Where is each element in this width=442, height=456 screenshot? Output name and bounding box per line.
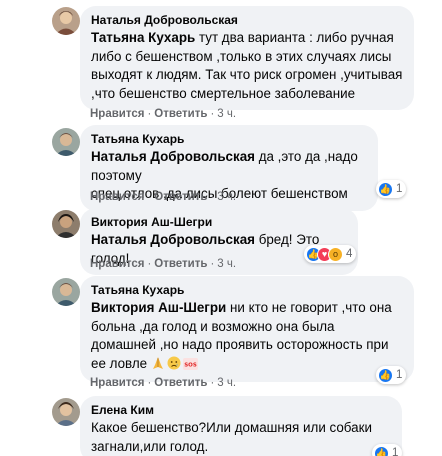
avatar[interactable] xyxy=(52,398,80,426)
comment-text: Виктория Аш-Шегри ни кто не говорит ,что… xyxy=(91,299,403,318)
comment-time[interactable]: 3 ч. xyxy=(217,258,236,270)
reaction-summary[interactable]: 👍 ♥ o 4 xyxy=(304,245,357,263)
reaction-count: 1 xyxy=(396,369,403,381)
comment-text-line: больна ,да голод и возможно она была xyxy=(91,318,335,334)
sos-emoji: SOS xyxy=(182,357,198,376)
comment-text-line: загнали,или голод. xyxy=(91,438,209,454)
mention-link[interactable]: Наталья Добровольская xyxy=(91,149,255,164)
separator: · xyxy=(147,191,152,203)
like-button[interactable]: Нравится xyxy=(90,258,144,270)
like-button[interactable]: Нравится xyxy=(90,108,144,120)
separator: · xyxy=(210,108,215,120)
reply-button[interactable]: Ответить xyxy=(154,377,207,389)
comment-time[interactable]: 3 ч. xyxy=(217,108,236,120)
like-icon: 👍 xyxy=(378,367,393,383)
reaction-summary[interactable]: 👍 1 xyxy=(372,444,403,456)
mention-link[interactable]: Татьяна Кухарь xyxy=(91,30,195,45)
comment-text-line: ,что бешенство смертельное заболевание xyxy=(91,85,356,101)
comment-text-line: домашней ,но надо проявить осторожность … xyxy=(91,337,389,352)
comment-text-line: Какое бешенство?Или домашняя или собаки xyxy=(91,420,372,435)
comment-bubble: Татьяна Кухарь Виктория Аш-Шегри ни кто … xyxy=(80,276,414,382)
separator: · xyxy=(210,377,215,389)
sad-face-emoji xyxy=(167,356,181,376)
like-icon: 👍 xyxy=(374,445,389,456)
separator: · xyxy=(147,108,152,120)
comment-text: Наталья Добровольская да ,это да ,надо п… xyxy=(91,148,367,185)
comment-actions: Нравится · Ответить · 3 ч. xyxy=(90,376,236,390)
comment-text-line: выходят к людям. Так что риск огромен ,у… xyxy=(91,67,403,82)
comment-bubble: Елена Ким Какое бешенство?Или домашняя и… xyxy=(80,396,402,456)
comment-text: Татьяна Кухарь тут два варианта : либо р… xyxy=(91,29,403,48)
like-icon: 👍 xyxy=(378,181,393,197)
comment-author[interactable]: Елена Ким xyxy=(91,402,391,419)
comment-text: ее ловле SOS xyxy=(91,355,403,376)
praying-hands-emoji xyxy=(151,356,165,376)
comment-actions: Нравится · Ответить · 3 ч. xyxy=(90,107,236,121)
comment-text-line: либо с бешенством ,только в этих случаях… xyxy=(91,48,392,64)
avatar[interactable] xyxy=(52,128,80,156)
avatar[interactable] xyxy=(52,7,80,35)
comment-actions: Нравится · Ответить · 3 ч. xyxy=(90,190,236,204)
comment-bubble: Наталья Добровольская Татьяна Кухарь тут… xyxy=(80,6,414,110)
comment-text-line: ни кто не говорит ,что она xyxy=(226,300,392,315)
separator: · xyxy=(147,377,152,389)
separator: · xyxy=(210,258,215,270)
comment-author[interactable]: Наталья Добровольская xyxy=(91,12,403,29)
comment-author[interactable]: Виктория Аш-Шегри xyxy=(91,214,347,231)
mention-link[interactable]: Виктория Аш-Шегри xyxy=(91,300,226,315)
comment-text-line: тут два варианта : либо ручная xyxy=(195,30,394,45)
mention-link[interactable]: Наталья Добровольская xyxy=(91,232,255,247)
comment-text-line: ее ловле xyxy=(91,355,151,371)
reaction-summary[interactable]: 👍 1 xyxy=(376,366,407,384)
reply-button[interactable]: Ответить xyxy=(154,258,207,270)
comment-time[interactable]: 3 ч. xyxy=(217,191,236,203)
avatar[interactable] xyxy=(52,210,80,238)
svg-text:SOS: SOS xyxy=(184,362,197,368)
like-button[interactable]: Нравится xyxy=(90,377,144,389)
separator: · xyxy=(147,258,152,270)
comment-author[interactable]: Татьяна Кухарь xyxy=(91,282,403,299)
reaction-summary[interactable]: 👍 1 xyxy=(376,180,407,198)
avatar[interactable] xyxy=(52,278,80,306)
comment-author[interactable]: Татьяна Кухарь xyxy=(91,131,367,148)
like-button[interactable]: Нравится xyxy=(90,191,144,203)
reply-button[interactable]: Ответить xyxy=(154,108,207,120)
wow-icon: o xyxy=(328,246,343,262)
reaction-count: 1 xyxy=(396,183,403,195)
reaction-count: 1 xyxy=(392,447,399,456)
reply-button[interactable]: Ответить xyxy=(154,191,207,203)
comment-actions: Нравится · Ответить · 3 ч. xyxy=(90,257,236,271)
reaction-count: 4 xyxy=(346,248,353,260)
comment-time[interactable]: 3 ч. xyxy=(217,377,236,389)
separator: · xyxy=(210,191,215,203)
